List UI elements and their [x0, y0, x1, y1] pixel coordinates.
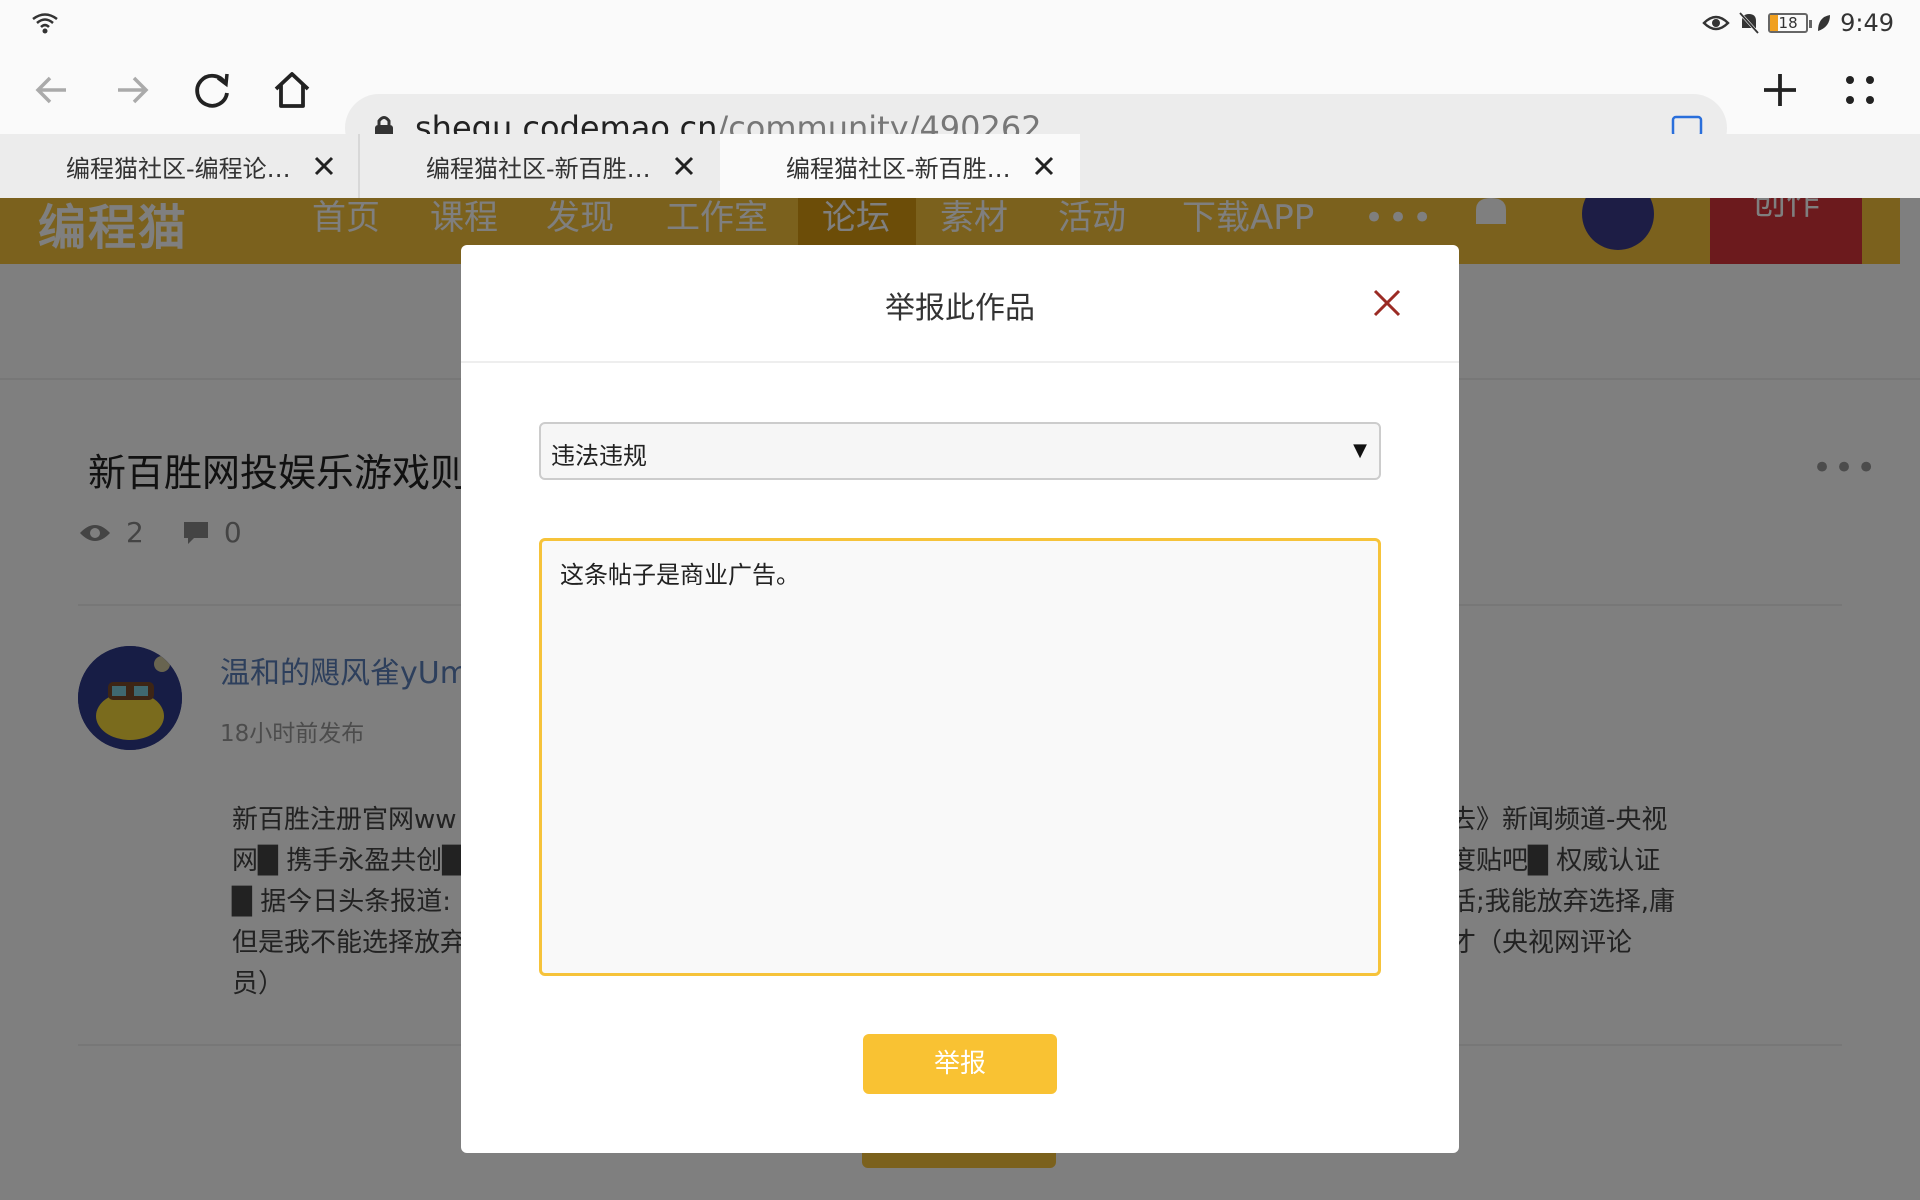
- leaf-icon: [1818, 15, 1831, 31]
- wifi-icon: [32, 13, 58, 34]
- tab-title: 编程猫社区-新百胜…: [426, 154, 651, 183]
- dialog-title: 举报此作品: [885, 291, 1035, 326]
- browser-toolbar: shequ.codemao.cn/community/490262: [0, 46, 1920, 162]
- arrow-left-icon: [35, 76, 66, 104]
- plus-icon: [1764, 74, 1796, 106]
- clock: 9:49: [1840, 9, 1894, 37]
- tab-title: 编程猫社区-编程论…: [66, 154, 291, 183]
- tab-strip: 编程猫社区-编程论… 编程猫社区-新百胜… 编程猫社区-新百胜…: [0, 134, 1920, 198]
- tab-2[interactable]: 编程猫社区-新百胜…: [360, 134, 720, 198]
- reload-icon: [195, 73, 229, 108]
- report-dialog: 举报此作品 违法违规 ▼ 这条帖子是商业广告。 举报: [461, 245, 1459, 1153]
- reload-button[interactable]: [182, 60, 242, 120]
- close-icon[interactable]: [1367, 283, 1407, 323]
- report-reason-select[interactable]: 违法违规 ▼: [539, 422, 1381, 480]
- arrow-right-icon: [118, 76, 149, 104]
- dialog-divider: [461, 361, 1459, 363]
- dropdown-arrow-icon: ▼: [1353, 440, 1367, 461]
- back-button[interactable]: [22, 60, 82, 120]
- tab-1[interactable]: 编程猫社区-编程论…: [0, 134, 360, 198]
- report-description-textarea[interactable]: 这条帖子是商业广告。: [539, 538, 1381, 976]
- forward-button[interactable]: [102, 60, 162, 120]
- battery-indicator: 18: [1768, 13, 1813, 33]
- close-icon[interactable]: [310, 152, 338, 180]
- eye-icon: [1702, 15, 1730, 31]
- select-value: 违法违规: [551, 442, 647, 470]
- new-tab-button[interactable]: [1750, 60, 1810, 120]
- tab-3-active[interactable]: 编程猫社区-新百胜…: [720, 134, 1080, 198]
- mute-bell-icon: [1738, 11, 1760, 35]
- home-icon: [274, 72, 310, 108]
- close-icon[interactable]: [670, 152, 698, 180]
- close-icon[interactable]: [1030, 152, 1058, 180]
- home-button[interactable]: [262, 60, 322, 120]
- tab-title: 编程猫社区-新百胜…: [786, 154, 1011, 183]
- status-bar: 18 9:49: [0, 0, 1920, 46]
- menu-dots-icon: [1846, 76, 1874, 104]
- report-submit-button[interactable]: 举报: [863, 1034, 1057, 1094]
- menu-button[interactable]: [1830, 60, 1890, 120]
